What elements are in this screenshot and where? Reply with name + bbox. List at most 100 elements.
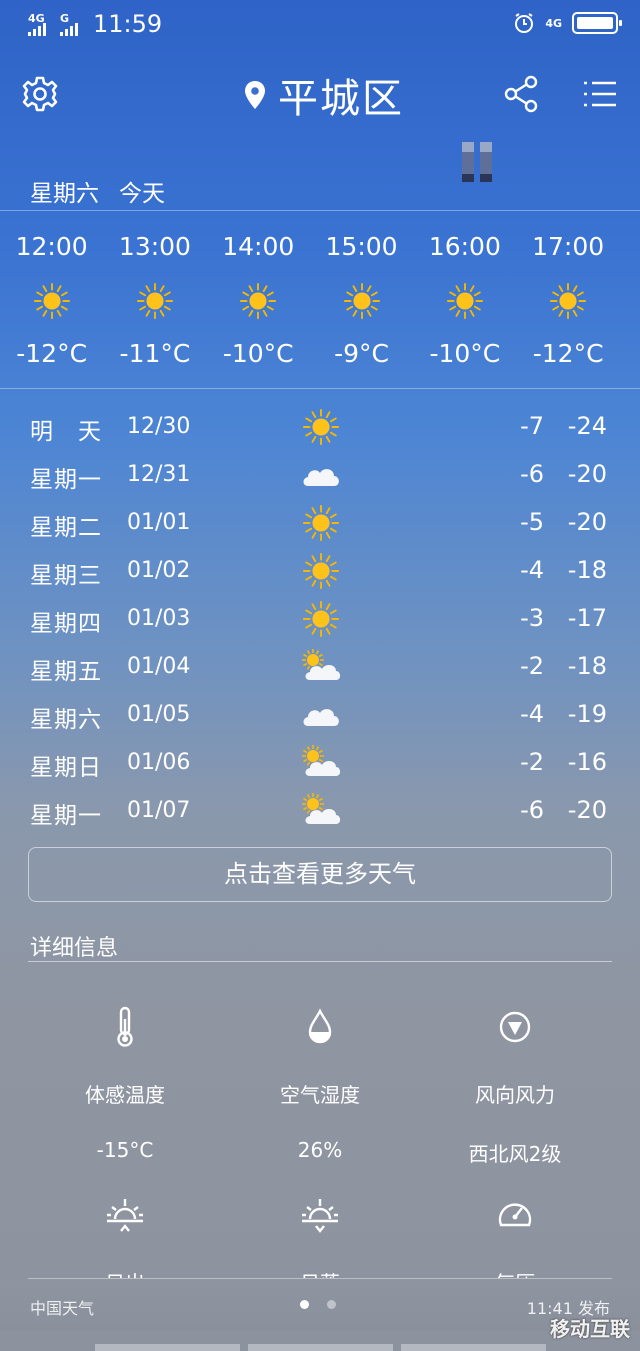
location-pin-icon xyxy=(245,81,265,109)
page-dot[interactable] xyxy=(327,1300,336,1309)
cloud-icon xyxy=(300,456,342,492)
today-weekday: 星期六 xyxy=(30,181,99,207)
sunset-icon xyxy=(298,1193,342,1237)
hour-forecast-item: 12:00 -12°C xyxy=(0,212,103,387)
signal-bars-icon xyxy=(28,20,46,36)
daily-forecast-row[interactable]: 星期三 01/02 -4 -18 xyxy=(0,548,640,596)
sun-icon xyxy=(300,552,342,590)
hour-forecast-item: 13:00 -11°C xyxy=(103,212,206,387)
detail-label: 气压 xyxy=(418,1267,612,1278)
pressure-gauge-icon xyxy=(493,1193,537,1237)
detail-cell: 日落 xyxy=(223,1193,417,1278)
day-date: 12/31 xyxy=(127,462,191,487)
details-grid: 体感温度 -15°C 空气湿度 26% 风向风力西北风2级日出日落气压 xyxy=(28,1005,612,1278)
detail-cell: 空气湿度 26% xyxy=(223,1005,417,1162)
hour-forecast-item: 15:00 -9°C xyxy=(310,212,413,387)
day-high-temp: -4 xyxy=(520,556,544,584)
detail-value: 26% xyxy=(297,1138,343,1162)
day-date: 01/06 xyxy=(127,750,191,775)
daily-forecast-row[interactable]: 明 天 12/30 -7 -24 xyxy=(0,404,640,452)
day-date: 01/07 xyxy=(127,798,191,823)
hour-temperature: -12°C xyxy=(16,339,88,368)
battery-icon xyxy=(572,12,622,34)
day-low-temp: -20 xyxy=(567,796,607,824)
share-icon[interactable] xyxy=(502,74,542,114)
day-date: 01/02 xyxy=(127,558,191,583)
thermometer-icon xyxy=(103,1005,147,1049)
hour-time: 14:00 xyxy=(222,232,295,261)
day-name: 星期三 xyxy=(30,563,102,589)
location-title: 平城区 xyxy=(278,76,404,122)
hour-temperature: -11°C xyxy=(119,339,191,368)
day-low-temp: -17 xyxy=(567,604,607,632)
day-high-temp: -4 xyxy=(520,700,544,728)
day-name: 星期五 xyxy=(30,659,102,685)
day-low-temp: -19 xyxy=(567,700,607,728)
humidity-drop-icon xyxy=(298,1005,342,1049)
day-date: 12/30 xyxy=(127,414,191,439)
day-low-temp: -18 xyxy=(567,652,607,680)
detail-value: 西北风2级 xyxy=(468,1142,562,1166)
gear-icon[interactable] xyxy=(20,74,60,114)
sun-icon xyxy=(136,282,174,320)
page-indicator[interactable] xyxy=(300,1300,336,1309)
day-name: 星期一 xyxy=(30,803,102,829)
sun-icon xyxy=(33,282,71,320)
day-name: 星期一 xyxy=(30,467,102,493)
data-source: 中国天气 xyxy=(30,1299,95,1318)
app-header: 平城区 xyxy=(0,62,640,126)
nav-hint-bar xyxy=(0,1344,640,1351)
hour-temperature: -12°C xyxy=(532,339,604,368)
daily-forecast-row[interactable]: 星期六 01/05 -4 -19 xyxy=(0,692,640,740)
daily-forecast-row[interactable]: 星期日 01/06 -2 -16 xyxy=(0,740,640,788)
daily-forecast-row[interactable]: 星期四 01/03 -3 -17 xyxy=(0,596,640,644)
location-selector[interactable]: 平城区 xyxy=(244,66,404,124)
sunrise-icon xyxy=(103,1193,147,1237)
daily-forecast-row[interactable]: 星期五 01/04 -2 -18 xyxy=(0,644,640,692)
partly-cloudy-icon xyxy=(300,792,342,828)
day-high-temp: -2 xyxy=(520,652,544,680)
day-name: 星期日 xyxy=(30,755,102,781)
day-name: 星期四 xyxy=(30,611,102,637)
more-weather-button[interactable]: 点击查看更多天气 xyxy=(28,847,612,902)
day-high-temp: -7 xyxy=(520,412,544,440)
hour-time: 16:00 xyxy=(428,232,501,261)
hour-time: 17:00 xyxy=(532,232,605,261)
daily-forecast-list: 明 天 12/30 -7 -24 星期一 12/31 -6 -20 星期二 01/01 -5 -20 星… xyxy=(0,404,640,836)
clock: 11:59 xyxy=(93,10,163,38)
hour-temperature: -10°C xyxy=(222,339,294,368)
hour-forecast-item: 16:00 -10°C xyxy=(413,212,516,387)
day-name: 明 天 xyxy=(30,419,102,445)
status-bar: 4G G 11:59 4G xyxy=(0,0,640,50)
daily-forecast-row[interactable]: 星期一 12/31 -6 -20 xyxy=(0,452,640,500)
watermark: 移动互联 xyxy=(550,1317,630,1341)
divider-bottom xyxy=(0,388,640,389)
page-dot-active[interactable] xyxy=(300,1300,309,1309)
hour-temperature: -9°C xyxy=(334,339,389,368)
day-low-temp: -18 xyxy=(567,556,607,584)
day-date: 01/05 xyxy=(127,702,191,727)
daily-forecast-row[interactable]: 星期二 01/01 -5 -20 xyxy=(0,500,640,548)
hour-forecast-item: 17:00 -12°C xyxy=(516,212,619,387)
day-low-temp: -20 xyxy=(567,508,607,536)
hour-time: 12:00 xyxy=(15,232,88,261)
today-label: 今天 xyxy=(119,181,165,207)
daily-forecast-row[interactable]: 星期一 01/07 -6 -20 xyxy=(0,788,640,836)
day-high-temp: -3 xyxy=(520,604,544,632)
hour-temperature: -10°C xyxy=(429,339,501,368)
detail-label: 体感温度 xyxy=(85,1083,165,1107)
sun-icon xyxy=(239,282,277,320)
menu-list-icon[interactable] xyxy=(580,74,620,114)
hourly-forecast[interactable]: 12:00 -12°C 13:00 -11°C 14:00 -10°C 15:00 -9°C 1… xyxy=(0,212,640,387)
detail-value: -15°C xyxy=(96,1138,154,1162)
detail-cell: 体感温度 -15°C xyxy=(28,1005,222,1162)
sun-icon xyxy=(549,282,587,320)
sun-icon xyxy=(300,408,342,446)
alarm-icon xyxy=(515,13,534,33)
day-date: 01/01 xyxy=(127,510,191,535)
day-high-temp: -6 xyxy=(520,796,544,824)
detail-label: 日落 xyxy=(223,1267,417,1278)
today-label-row: 星期六 今天 xyxy=(30,174,165,208)
day-date: 01/04 xyxy=(127,654,191,679)
details-divider xyxy=(28,961,612,962)
